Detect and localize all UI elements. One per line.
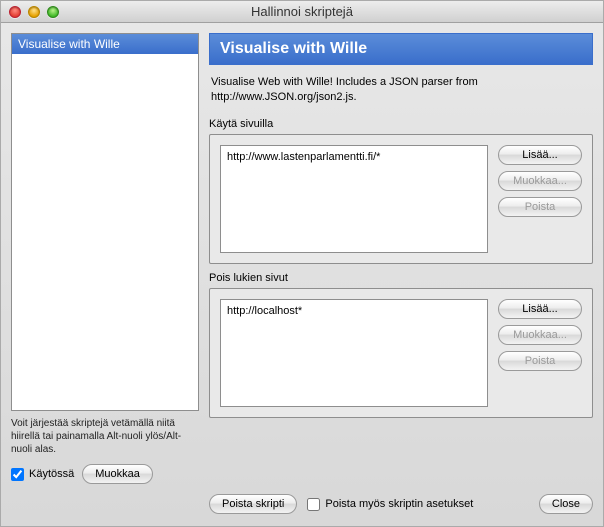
left-buttons: Käytössä Muokkaa — [11, 464, 199, 484]
include-box: http://www.lastenparlamentti.fi/* Lisää.… — [209, 134, 593, 264]
include-url-item[interactable]: http://www.lastenparlamentti.fi/* — [227, 150, 481, 165]
remove-settings-checkbox-label[interactable]: Poista myös skriptin asetukset — [307, 498, 473, 511]
remove-script-button[interactable]: Poista skripti — [209, 494, 297, 514]
window-title: Hallinnoi skriptejä — [1, 4, 603, 19]
include-section: Käytä sivuilla http://www.lastenparlamen… — [209, 118, 593, 264]
script-title: Visualise with Wille — [209, 33, 593, 65]
exclude-add-button[interactable]: Lisää... — [498, 299, 582, 319]
bottom-bar: Poista skripti Poista myös skriptin aset… — [1, 494, 603, 526]
exclude-section: Pois lukien sivut http://localhost* Lisä… — [209, 272, 593, 418]
script-description: Visualise Web with Wille! Includes a JSO… — [209, 73, 593, 110]
remove-settings-checkbox[interactable] — [307, 498, 320, 511]
include-add-button[interactable]: Lisää... — [498, 145, 582, 165]
script-list-item[interactable]: Visualise with Wille — [12, 34, 198, 54]
traffic-lights — [1, 6, 59, 18]
include-buttons: Lisää... Muokkaa... Poista — [498, 145, 582, 253]
in-use-text: Käytössä — [29, 468, 74, 480]
edit-script-button[interactable]: Muokkaa — [82, 464, 153, 484]
exclude-edit-button[interactable]: Muokkaa... — [498, 325, 582, 345]
exclude-label: Pois lukien sivut — [209, 272, 593, 284]
in-use-checkbox-label[interactable]: Käytössä — [11, 464, 74, 484]
include-edit-button[interactable]: Muokkaa... — [498, 171, 582, 191]
window: Hallinnoi skriptejä Visualise with Wille… — [0, 0, 604, 527]
exclude-remove-button[interactable]: Poista — [498, 351, 582, 371]
content: Visualise with Wille Voit järjestää skri… — [1, 23, 603, 494]
titlebar: Hallinnoi skriptejä — [1, 1, 603, 23]
exclude-buttons: Lisää... Muokkaa... Poista — [498, 299, 582, 407]
exclude-url-list[interactable]: http://localhost* — [220, 299, 488, 407]
in-use-checkbox[interactable] — [11, 468, 24, 481]
exclude-url-item[interactable]: http://localhost* — [227, 304, 481, 319]
reorder-hint: Voit järjestää skriptejä vetämällä niitä… — [11, 417, 199, 456]
minimize-window-icon[interactable] — [28, 6, 40, 18]
exclude-box: http://localhost* Lisää... Muokkaa... Po… — [209, 288, 593, 418]
remove-settings-text: Poista myös skriptin asetukset — [325, 498, 473, 510]
right-panel: Visualise with Wille Visualise Web with … — [209, 33, 593, 484]
include-label: Käytä sivuilla — [209, 118, 593, 130]
script-list[interactable]: Visualise with Wille — [11, 33, 199, 411]
include-url-list[interactable]: http://www.lastenparlamentti.fi/* — [220, 145, 488, 253]
zoom-window-icon[interactable] — [47, 6, 59, 18]
left-panel: Visualise with Wille Voit järjestää skri… — [11, 33, 199, 484]
close-button[interactable]: Close — [539, 494, 593, 514]
close-window-icon[interactable] — [9, 6, 21, 18]
include-remove-button[interactable]: Poista — [498, 197, 582, 217]
